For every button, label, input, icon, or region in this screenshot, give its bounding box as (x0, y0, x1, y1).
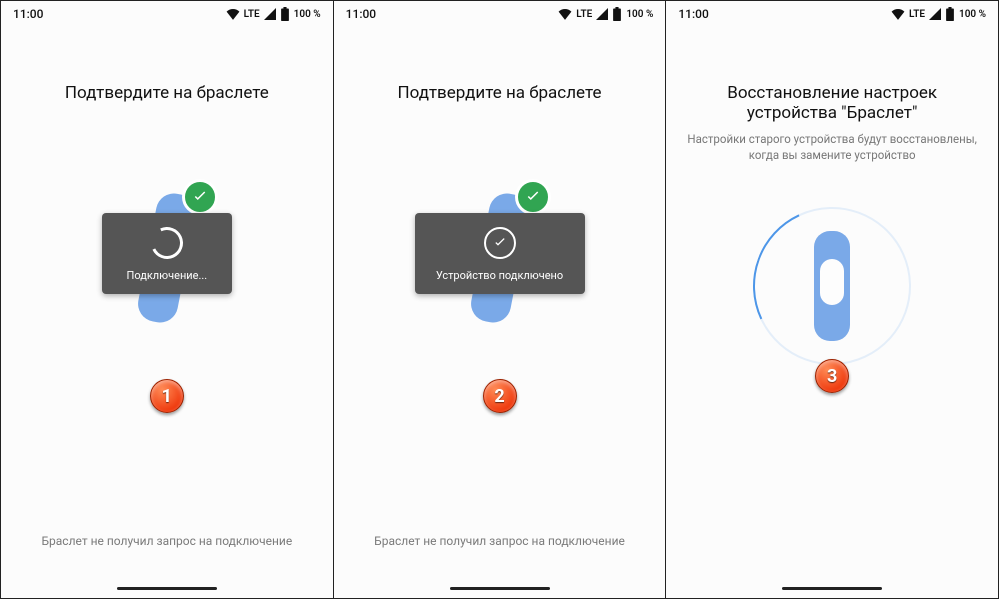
illustration: Устройство подключено (415, 173, 585, 343)
success-check-icon (515, 179, 551, 215)
step-badge-3: 3 (815, 359, 849, 393)
battery-icon (612, 7, 622, 21)
title-area: Подтвердите на браслете (378, 83, 622, 103)
battery-icon (280, 7, 290, 21)
step-badge-1: 1 (150, 379, 184, 413)
phone-screen-2: 11:00 LTE 100 % Подтвердите на браслете … (334, 0, 667, 599)
nav-handle[interactable] (782, 587, 882, 590)
phone-screen-3: 11:00 LTE 100 % Восстановление настроек … (666, 0, 999, 599)
status-right: LTE 100 % (891, 7, 986, 21)
footer-link[interactable]: Браслет не получил запрос на подключение (1, 534, 333, 548)
network-label: LTE (909, 9, 925, 20)
success-check-icon (182, 179, 218, 215)
toast-text: Устройство подключено (436, 269, 563, 282)
footer-link[interactable]: Браслет не получил запрос на подключение (334, 534, 666, 548)
status-bar: 11:00 LTE 100 % (666, 1, 998, 27)
battery-label: 100 % (959, 9, 986, 20)
toast-connecting: Подключение... (102, 213, 232, 294)
toast-text: Подключение... (126, 269, 207, 282)
toast-connected: Устройство подключено (415, 213, 585, 294)
title-area: Подтвердите на браслете (45, 83, 289, 103)
illustration (747, 201, 917, 371)
network-label: LTE (244, 9, 260, 20)
battery-label: 100 % (626, 9, 653, 20)
status-right: LTE 100 % (226, 7, 321, 21)
network-label: LTE (576, 9, 592, 20)
status-bar: 11:00 LTE 100 % (334, 1, 666, 27)
wifi-icon (226, 8, 240, 20)
page-title: Подтвердите на браслете (398, 83, 602, 103)
status-right: LTE 100 % (558, 7, 653, 21)
nav-handle[interactable] (450, 587, 550, 590)
status-time: 11:00 (346, 7, 376, 21)
band-image (814, 231, 850, 341)
page-subtitle: Настройки старого устройства будут восст… (686, 131, 978, 163)
wifi-icon (891, 8, 905, 20)
title-area: Восстановление настроек устройства "Брас… (666, 83, 998, 163)
status-bar: 11:00 LTE 100 % (1, 1, 333, 27)
step-badge-2: 2 (483, 379, 517, 413)
battery-icon (945, 7, 955, 21)
check-icon (484, 227, 516, 259)
status-time: 11:00 (678, 7, 708, 21)
signal-icon (596, 8, 608, 20)
page-title: Подтвердите на браслете (65, 83, 269, 103)
wifi-icon (558, 8, 572, 20)
signal-icon (929, 8, 941, 20)
phone-screen-1: 11:00 LTE 100 % Подтвердите на браслете … (0, 0, 334, 599)
battery-label: 100 % (294, 9, 321, 20)
nav-handle[interactable] (117, 587, 217, 590)
illustration: Подключение... (82, 173, 252, 343)
page-title: Восстановление настроек устройства "Брас… (686, 83, 978, 123)
status-time: 11:00 (13, 7, 43, 21)
signal-icon (264, 8, 276, 20)
spinner-icon (146, 222, 187, 263)
